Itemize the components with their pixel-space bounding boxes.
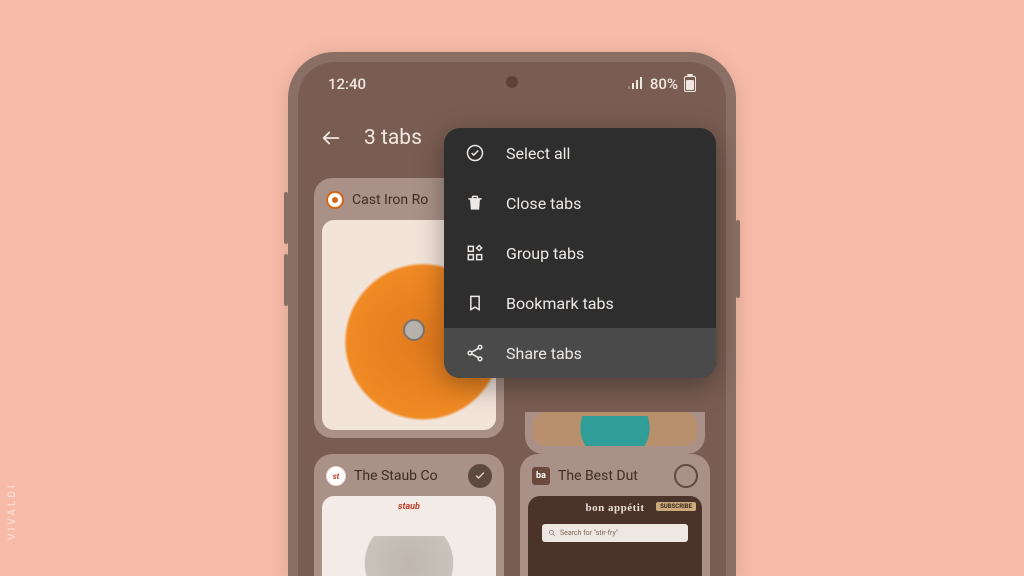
thumb-search: Search for "stir-fry" <box>542 524 688 542</box>
menu-item-label: Bookmark tabs <box>506 294 614 313</box>
thumb-search-placeholder: Search for "stir-fry" <box>560 529 618 537</box>
tab-thumbnail: staub <box>322 496 496 576</box>
favicon-icon <box>326 191 344 209</box>
thumb-logo: staub <box>398 502 420 512</box>
tab-card-header: st The Staub Co <box>322 462 496 496</box>
favicon-icon: ba <box>532 467 550 485</box>
volume-down-button[interactable] <box>284 254 288 306</box>
back-button[interactable] <box>320 127 342 149</box>
select-checkbox[interactable] <box>468 464 492 488</box>
tabs-selected-count: 3 tabs <box>364 126 422 150</box>
menu-item-label: Share tabs <box>506 344 582 363</box>
menu-select-all[interactable]: Select all <box>444 128 716 178</box>
tab-context-menu: Select all Close tabs Group tabs Bookmar… <box>444 128 716 378</box>
tab-card[interactable]: st The Staub Co staub <box>314 454 504 576</box>
thumb-brand: bon appétit <box>586 502 645 514</box>
select-checkbox[interactable] <box>674 464 698 488</box>
menu-group-tabs[interactable]: Group tabs <box>444 228 716 278</box>
tab-card-header: ba The Best Dut <box>528 462 702 496</box>
menu-bookmark-tabs[interactable]: Bookmark tabs <box>444 278 716 328</box>
menu-item-label: Group tabs <box>506 244 584 263</box>
menu-share-tabs[interactable]: Share tabs <box>444 328 716 378</box>
status-bar: 12:40 80% <box>298 62 726 106</box>
tab-thumbnail <box>533 412 697 446</box>
status-time: 12:40 <box>328 75 366 93</box>
bookmark-icon <box>464 292 486 314</box>
signal-icon <box>628 75 644 93</box>
battery-percent: 80% <box>650 75 678 93</box>
battery-icon <box>684 76 696 92</box>
tab-card[interactable]: ba The Best Dut bon appétit SUBSCRIBE Se… <box>520 454 710 576</box>
tab-thumbnail: bon appétit SUBSCRIBE Search for "stir-f… <box>528 496 702 576</box>
power-button[interactable] <box>736 220 740 298</box>
share-icon <box>464 342 486 364</box>
tab-title: The Staub Co <box>354 468 460 484</box>
thumb-subscribe-badge: SUBSCRIBE <box>656 502 696 511</box>
menu-close-tabs[interactable]: Close tabs <box>444 178 716 228</box>
menu-item-label: Close tabs <box>506 194 581 213</box>
grid-icon <box>464 242 486 264</box>
status-right: 80% <box>628 75 696 93</box>
check-circle-icon <box>464 142 486 164</box>
tab-card-peek[interactable] <box>525 412 705 454</box>
volume-up-button[interactable] <box>284 192 288 244</box>
tab-title: The Best Dut <box>558 468 666 484</box>
vivaldi-watermark: VIVALDI <box>7 482 18 540</box>
menu-item-label: Select all <box>506 144 570 163</box>
canvas: VIVALDI 12:40 80% <box>0 0 1024 576</box>
trash-icon <box>464 192 486 214</box>
favicon-icon: st <box>326 466 346 486</box>
